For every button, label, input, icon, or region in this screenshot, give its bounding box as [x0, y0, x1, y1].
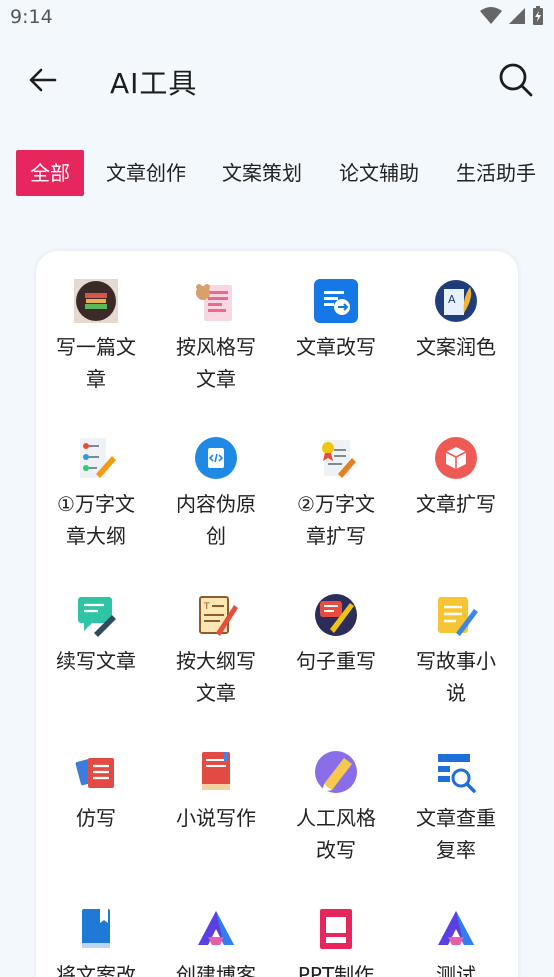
note-pencil-icon	[438, 597, 478, 636]
tool-label: 写故事小说	[416, 649, 496, 705]
arrow-left-icon	[29, 68, 57, 92]
tool-label: 文章查重复率	[416, 806, 496, 862]
tab-article-writing[interactable]: 文章创作	[92, 150, 200, 196]
tool-label: 仿写	[76, 806, 116, 830]
tool-label: 句子重写	[296, 649, 376, 673]
tool-item[interactable]: 写故事小说	[396, 593, 516, 709]
tool-item[interactable]: 文章查重复率	[396, 750, 516, 866]
tool-label: 文案润色	[416, 335, 496, 359]
svg-text:A: A	[448, 293, 456, 306]
tab-all[interactable]: 全部	[16, 150, 84, 196]
notepad-pencil-icon: T	[199, 596, 238, 636]
tool-label: 文章改写	[296, 335, 376, 359]
search-icon	[499, 63, 533, 97]
tool-item[interactable]: 文章扩写	[396, 436, 516, 520]
ppt-icon	[320, 909, 352, 949]
tool-label: 写一篇文章	[56, 335, 136, 391]
tool-item[interactable]: A 文案润色	[396, 279, 516, 363]
tab-life-helper[interactable]: 生活助手	[442, 150, 550, 196]
tools-card: 写一篇文章 按风格写文章 文章改写 A 文案润色 ①万字文章大纲 内容伪原创 ②…	[36, 251, 518, 977]
chat-pencil-icon	[78, 597, 116, 637]
tool-label: ①万字文章大纲	[57, 492, 135, 548]
tool-item[interactable]: 将文案改	[36, 907, 156, 977]
tool-item[interactable]: 测试	[396, 907, 516, 977]
tool-label: PPT制作	[297, 963, 375, 977]
pen-circle-icon	[315, 751, 357, 793]
tool-item[interactable]: T 按大纲写文章	[156, 593, 276, 709]
back-button[interactable]	[24, 62, 62, 98]
tool-label: 按大纲写文章	[176, 649, 256, 705]
tool-item[interactable]: 小说写作	[156, 750, 276, 834]
wifi-icon	[480, 7, 502, 24]
tool-label: 按风格写文章	[176, 335, 256, 391]
tool-item[interactable]: 内容伪原创	[156, 436, 276, 552]
tool-item[interactable]: 创建博客	[156, 907, 276, 977]
tool-label: 文章扩写	[416, 492, 496, 516]
tool-item[interactable]: 写一篇文章	[36, 279, 156, 395]
doc-search-icon	[438, 754, 476, 793]
status-time: 9:14	[10, 6, 53, 28]
category-tabs: 全部 文章创作 文案策划 论文辅助 生活助手	[0, 140, 554, 208]
ai-logo-icon	[198, 911, 234, 945]
tool-label: 人工风格改写	[296, 806, 376, 862]
tool-label: 内容伪原创	[176, 492, 256, 548]
cube-icon	[435, 437, 477, 479]
tool-label: 测试	[436, 963, 476, 977]
paper-feather-icon: A	[435, 280, 477, 322]
page-title: AI工具	[110, 67, 198, 100]
chat-pen-circle-icon	[315, 594, 357, 636]
tool-item[interactable]: PPT制作	[276, 907, 396, 977]
status-icons	[480, 6, 544, 26]
tool-item[interactable]: ①万字文章大纲	[36, 436, 156, 552]
tool-item[interactable]: ②万字文章扩写	[276, 436, 396, 552]
code-doc-icon	[195, 437, 237, 479]
tab-copy-planning[interactable]: 文案策划	[208, 150, 316, 196]
tool-item[interactable]: 文章改写	[276, 279, 396, 363]
tool-label: 创建博客	[176, 963, 256, 977]
search-button[interactable]	[496, 60, 536, 100]
tool-label: 小说写作	[176, 806, 256, 830]
tool-label: ②万字文章扩写	[297, 492, 375, 548]
outline-pencil-icon	[80, 438, 116, 478]
tool-item[interactable]: 按风格写文章	[156, 279, 276, 395]
tool-label: 续写文章	[56, 649, 136, 673]
tool-item[interactable]: 续写文章	[36, 593, 156, 677]
status-bar: 9:14	[0, 0, 554, 38]
document-refresh-icon	[314, 279, 358, 323]
book-stack-icon	[74, 279, 118, 323]
app-bar: AI工具	[0, 50, 554, 110]
cards-icon	[75, 758, 114, 788]
tool-label: 将文案改	[56, 963, 136, 977]
tab-paper-assist[interactable]: 论文辅助	[325, 150, 433, 196]
svg-text:T: T	[203, 602, 210, 612]
tool-item[interactable]: 人工风格改写	[276, 750, 396, 866]
tool-item[interactable]: 句子重写	[276, 593, 396, 677]
newspaper-bear-icon	[196, 284, 232, 321]
ai-logo-icon	[438, 911, 474, 945]
red-book-icon	[202, 752, 230, 790]
tool-item[interactable]: 仿写	[36, 750, 156, 834]
signal-icon	[509, 8, 525, 24]
battery-icon	[533, 6, 543, 25]
blue-book-icon	[82, 909, 110, 948]
certificate-pencil-icon	[322, 440, 356, 478]
